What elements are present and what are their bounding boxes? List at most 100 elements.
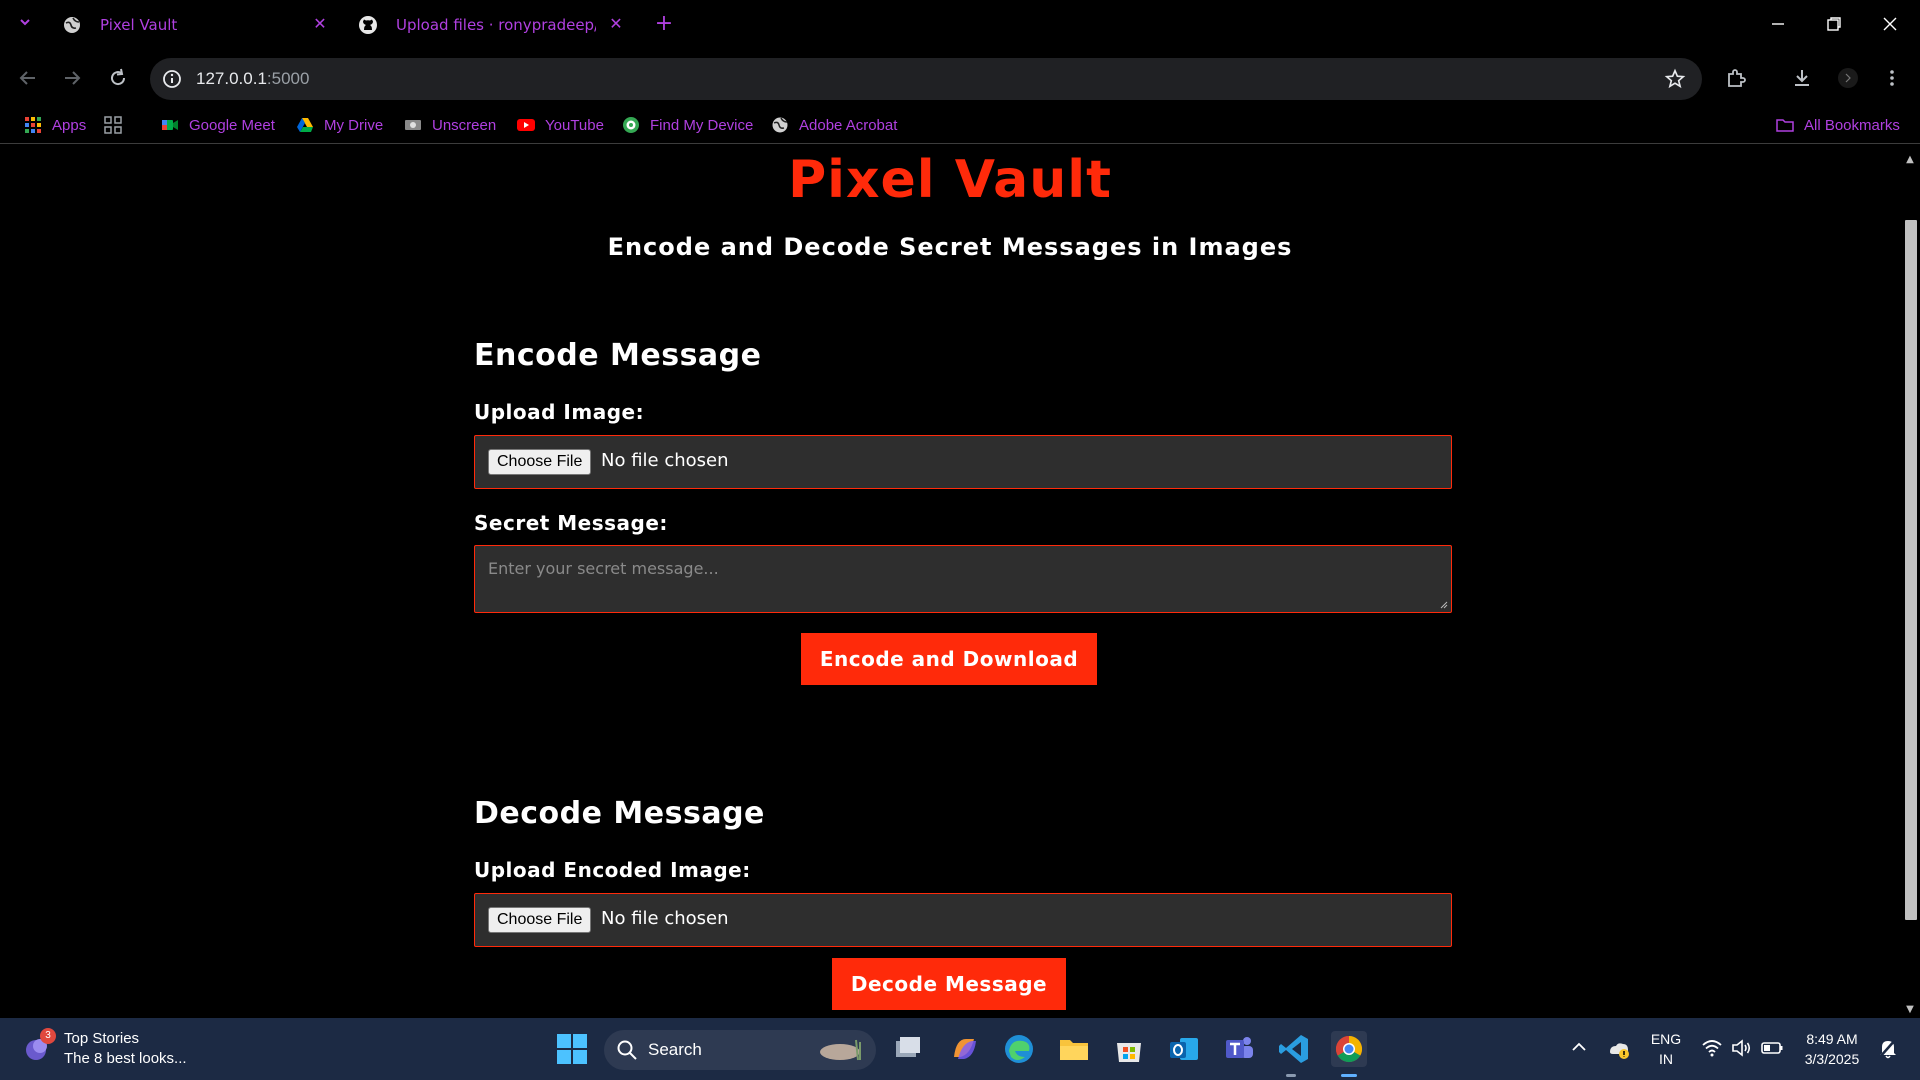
find-my-device-icon: [623, 117, 639, 133]
google-meet-icon: [162, 120, 178, 130]
unscreen-icon: [405, 120, 421, 130]
bookmark-my-drive[interactable]: My Drive: [296, 114, 383, 136]
file-status: No file chosen: [601, 450, 729, 471]
bookmark-youtube[interactable]: YouTube: [517, 114, 604, 136]
chrome-active-indicator: [1341, 1074, 1357, 1077]
download-icon[interactable]: [1790, 66, 1814, 90]
search-label: Search: [648, 1040, 702, 1059]
url-text[interactable]: 127.0.0.1:5000: [196, 69, 309, 89]
page-title: Pixel Vault: [788, 150, 1112, 210]
secret-message-textarea[interactable]: Enter your secret message...: [474, 545, 1452, 613]
youtube-icon: [517, 119, 535, 131]
tab-title: Pixel Vault: [100, 16, 178, 34]
apps-grid-icon: [25, 117, 41, 133]
taskbar: 3 Top Stories The 8 best looks... Search…: [0, 1018, 1920, 1080]
teams-icon[interactable]: [1221, 1031, 1257, 1067]
globe-icon: [64, 17, 80, 33]
github-icon: [359, 16, 377, 34]
vscode-running-indicator: [1286, 1074, 1296, 1077]
decode-file-input[interactable]: Choose File No file chosen: [474, 893, 1452, 947]
windows-start-icon[interactable]: [554, 1031, 590, 1067]
upload-image-label: Upload Image:: [474, 400, 645, 424]
clock-date[interactable]: 3/3/2025: [1794, 1051, 1870, 1067]
google-drive-icon: [297, 118, 313, 132]
bookmark-find-my-device[interactable]: Find My Device: [622, 114, 753, 136]
scroll-down-arrow-icon[interactable]: ▼: [1904, 1004, 1916, 1015]
chrome-icon[interactable]: [1331, 1031, 1367, 1067]
new-tab-icon[interactable]: +: [652, 12, 676, 36]
tab-strip: Pixel Vault ✕ Upload files · ronypradeep…: [0, 0, 1920, 50]
more-menu-icon[interactable]: [1880, 66, 1904, 90]
page-subtitle: Encode and Decode Secret Messages in Ima…: [607, 233, 1293, 261]
wifi-icon[interactable]: [1700, 1036, 1724, 1060]
bookmarks-bar: Apps Google Meet My Drive Unscreen YouTu…: [0, 106, 1920, 144]
file-explorer-icon[interactable]: [1056, 1031, 1092, 1067]
notification-bell-icon[interactable]: [1876, 1036, 1900, 1060]
reload-icon[interactable]: [106, 66, 130, 90]
news-title: Top Stories: [64, 1030, 140, 1047]
page-scrollbar[interactable]: ▲ ▼: [1900, 150, 1920, 1018]
encode-heading: Encode Message: [474, 338, 762, 373]
restore-icon[interactable]: [1822, 12, 1846, 36]
file-status: No file chosen: [601, 908, 729, 929]
close-tab-icon[interactable]: ✕: [606, 14, 626, 34]
news-subtitle: The 8 best looks...: [64, 1050, 187, 1067]
back-arrow-icon[interactable]: [16, 66, 40, 90]
choose-file-button[interactable]: Choose File: [488, 907, 592, 933]
bookmark-unscreen[interactable]: Unscreen: [404, 114, 496, 136]
secret-message-label: Secret Message:: [474, 511, 668, 535]
tab-groups-grid[interactable]: [104, 114, 132, 136]
news-badge: 3: [40, 1028, 56, 1044]
show-hidden-icons-chevron-icon[interactable]: [1568, 1036, 1590, 1058]
textarea-placeholder: Enter your secret message...: [488, 559, 719, 578]
globe-icon: [772, 117, 788, 133]
tab-search-chevron-icon[interactable]: [14, 14, 36, 36]
scroll-thumb[interactable]: [1905, 220, 1917, 920]
close-tab-icon[interactable]: ✕: [310, 14, 330, 34]
forward-arrow-icon[interactable]: [60, 66, 84, 90]
tab-groups-icon: [104, 116, 122, 134]
onedrive-warning-icon[interactable]: [1606, 1036, 1632, 1062]
bookmark-star-icon[interactable]: [1664, 68, 1686, 90]
battery-icon[interactable]: [1760, 1036, 1784, 1060]
microsoft-store-icon[interactable]: [1111, 1031, 1147, 1067]
clock-time[interactable]: 8:49 AM: [1794, 1031, 1870, 1047]
site-info-icon[interactable]: [160, 67, 184, 91]
decode-heading: Decode Message: [474, 796, 765, 831]
choose-file-button[interactable]: Choose File: [488, 449, 592, 475]
language-indicator[interactable]: ENG: [1648, 1031, 1684, 1047]
tab-pixel-vault[interactable]: Pixel Vault ✕: [50, 8, 340, 42]
close-window-icon[interactable]: [1878, 12, 1902, 36]
address-bar[interactable]: 127.0.0.1:5000: [150, 58, 1702, 100]
task-view-icon[interactable]: [890, 1031, 926, 1067]
bookmark-google-meet[interactable]: Google Meet: [161, 114, 275, 136]
encode-section: Encode Message Upload Image: Choose File…: [474, 338, 1452, 685]
encode-file-input[interactable]: Choose File No file chosen: [474, 435, 1452, 489]
encode-download-button[interactable]: Encode and Download: [801, 633, 1097, 685]
minimize-icon[interactable]: [1766, 12, 1790, 36]
keyboard-layout-indicator[interactable]: IN: [1648, 1051, 1684, 1067]
vscode-icon[interactable]: [1276, 1031, 1312, 1067]
bookmark-apps[interactable]: Apps: [24, 114, 86, 136]
edge-browser-icon[interactable]: [1001, 1031, 1037, 1067]
resize-grip-icon[interactable]: [1440, 601, 1448, 609]
tab-upload-files[interactable]: Upload files · ronypradeep/Pixe ✕: [346, 8, 636, 42]
all-bookmarks[interactable]: All Bookmarks: [1776, 114, 1900, 136]
volume-icon[interactable]: [1730, 1036, 1754, 1060]
browser-toolbar: 127.0.0.1:5000: [0, 50, 1920, 106]
bookmark-adobe-acrobat[interactable]: Adobe Acrobat: [771, 114, 897, 136]
search-icon: [617, 1040, 637, 1060]
scroll-up-arrow-icon[interactable]: ▲: [1904, 154, 1916, 165]
search-highlight-image-icon: [820, 1039, 861, 1061]
extensions-icon[interactable]: [1724, 66, 1748, 90]
decode-message-button[interactable]: Decode Message: [832, 958, 1066, 1010]
folder-icon: [1776, 119, 1794, 132]
page-viewport: Pixel Vault Encode and Decode Secret Mes…: [0, 150, 1900, 1018]
upload-encoded-image-label: Upload Encoded Image:: [474, 858, 751, 882]
taskbar-search[interactable]: Search: [604, 1030, 876, 1070]
profile-avatar-icon[interactable]: [1836, 66, 1860, 90]
copilot-icon[interactable]: [946, 1031, 982, 1067]
outlook-icon[interactable]: [1166, 1031, 1202, 1067]
tab-title: Upload files · ronypradeep/Pixe: [396, 16, 596, 34]
decode-section: Decode Message Upload Encoded Image: Cho…: [474, 796, 1452, 1010]
